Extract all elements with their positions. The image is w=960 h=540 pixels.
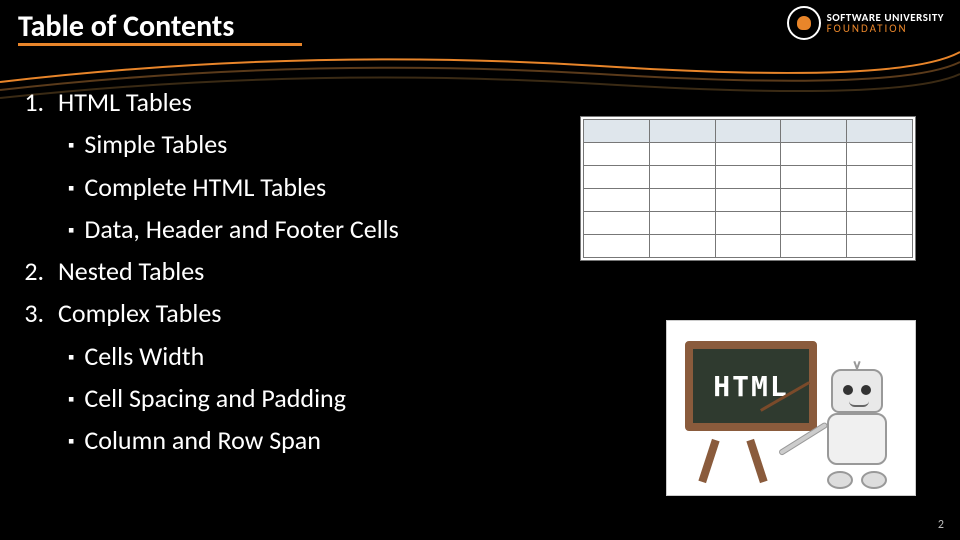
toc-content: HTML Tables Simple Tables Complete HTML … [18, 82, 578, 463]
slide-header: Table of Contents [18, 8, 778, 46]
toc-item-3c: Column and Row Span [68, 420, 578, 460]
brand-logo: SOFTWARE UNIVERSITY FOUNDATION [787, 6, 944, 40]
logo-line2: FOUNDATION [827, 23, 944, 34]
toc-item-3: Complex Tables Cells Width Cell Spacing … [50, 293, 578, 460]
toc-item-3b: Cell Spacing and Padding [68, 378, 578, 418]
lightbulb-icon [787, 6, 821, 40]
toc-item-2: Nested Tables [50, 251, 578, 291]
toc-item-1b: Complete HTML Tables [68, 167, 578, 207]
chalkboard-text: HTML [713, 370, 788, 403]
toc-item-2-label: Nested Tables [58, 255, 204, 287]
robot-illustration: HTML [666, 320, 916, 496]
toc-item-1-label: HTML Tables [58, 86, 192, 118]
table-illustration [580, 116, 916, 261]
toc-item-1: HTML Tables Simple Tables Complete HTML … [50, 82, 578, 249]
slide-title: Table of Contents [18, 8, 778, 45]
page-number: 2 [938, 518, 944, 532]
robot-icon [817, 369, 897, 489]
toc-item-1a: Simple Tables [68, 124, 578, 164]
toc-item-3a: Cells Width [68, 336, 578, 376]
toc-item-3-label: Complex Tables [58, 297, 221, 329]
chalkboard: HTML [685, 341, 817, 431]
toc-item-1c: Data, Header and Footer Cells [68, 209, 578, 249]
